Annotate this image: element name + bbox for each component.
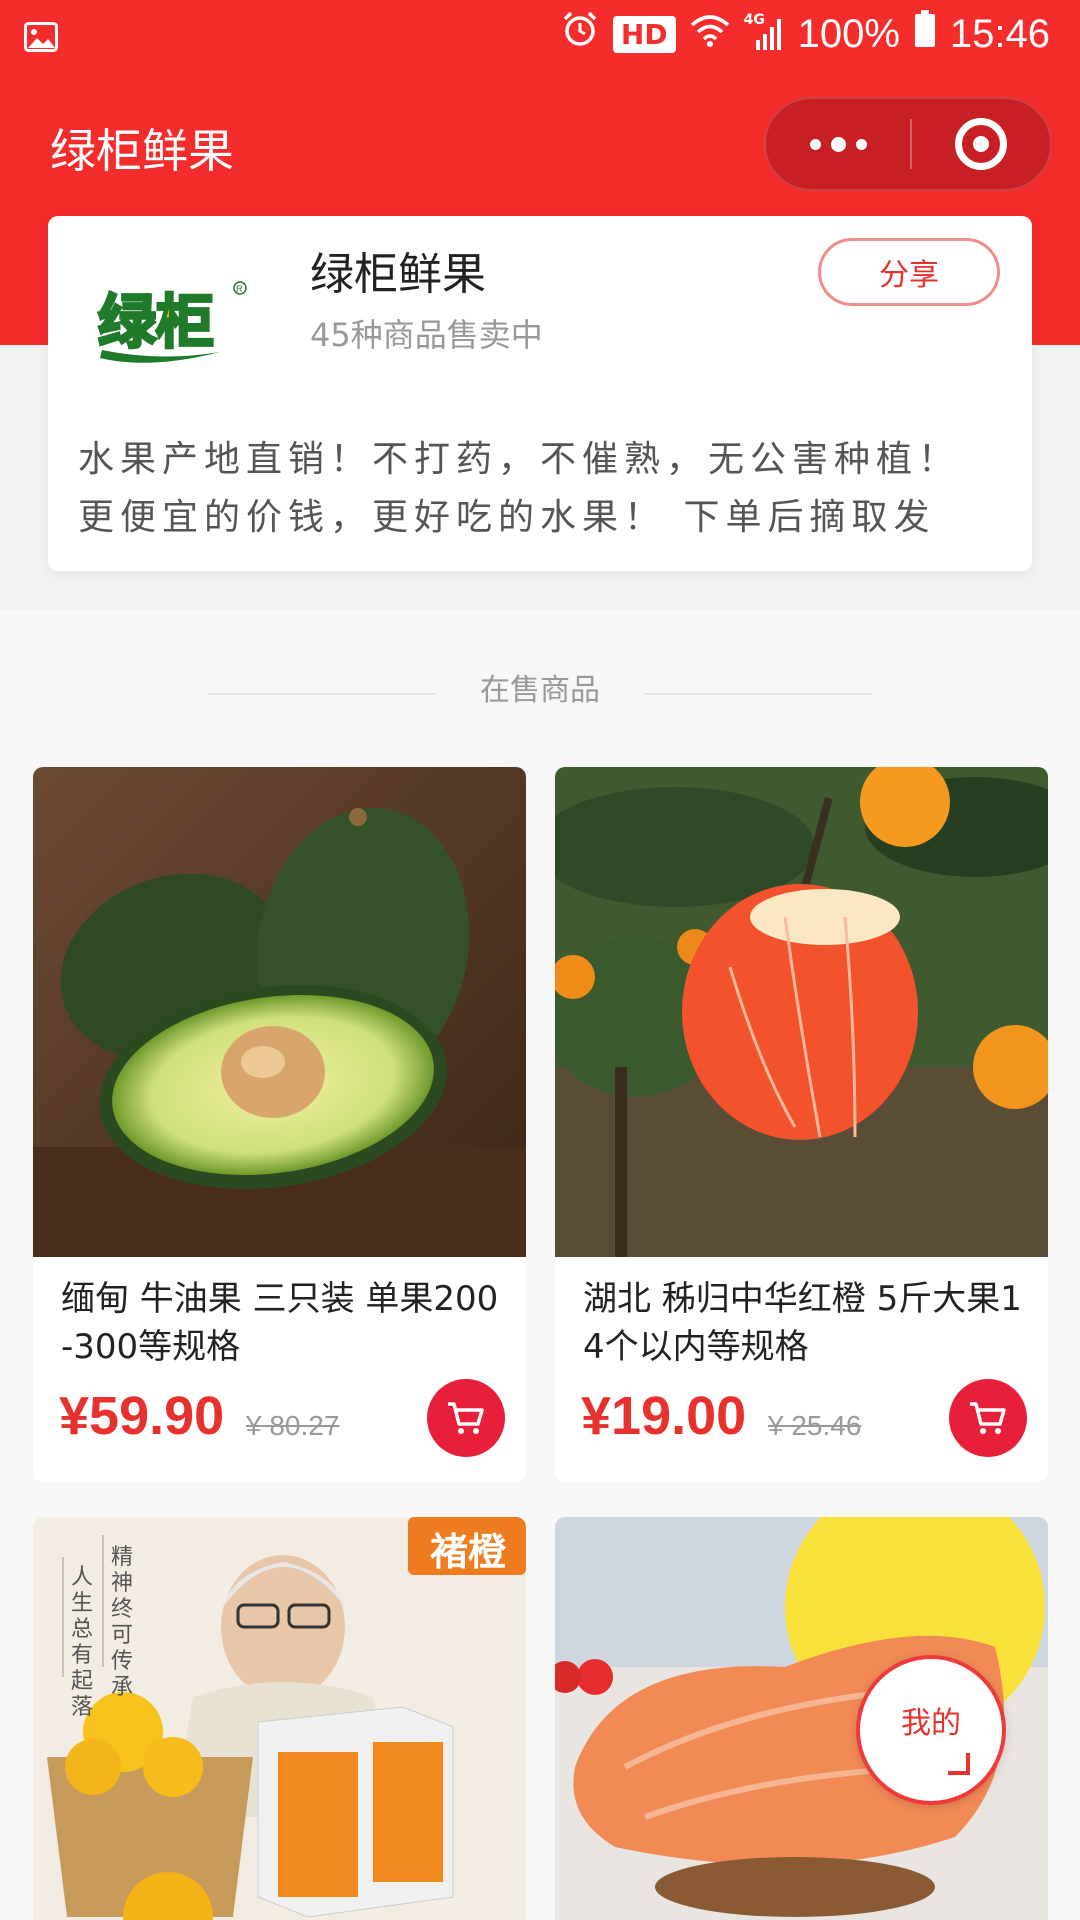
share-button[interactable]: 分享 (818, 238, 1000, 306)
nav-bar: 绿柜鲜果 (0, 85, 1080, 205)
add-to-cart-button[interactable] (949, 1379, 1027, 1457)
nav-title: 绿柜鲜果 (50, 124, 234, 178)
mini-program-capsule (764, 97, 1052, 191)
clock: 15:46 (949, 11, 1050, 56)
product-image-chu-orange (33, 1517, 526, 1920)
product-image-avocado (33, 767, 526, 1257)
svg-text:R: R (236, 284, 243, 294)
product-card[interactable]: 缅甸 牛油果 三只装 单果200-300等规格 ¥59.90 ¥ 80.27 (33, 767, 526, 1482)
close-target-icon (955, 118, 1007, 170)
section-title: 在售商品 (480, 673, 600, 708)
more-icon (809, 138, 821, 150)
shop-product-count: 45种商品售卖中 (310, 316, 543, 354)
shop-description: 水果产地直销！不打药，不催熟，无公害种植！ 更便宜的价钱，更好吃的水果！ 下单后… (78, 439, 961, 538)
product-price: ¥59.90 (59, 1386, 225, 1446)
product-original-price: ¥ 80.27 (246, 1410, 340, 1441)
mine-label: 我的 (901, 1706, 961, 1741)
product-name: 缅甸 牛油果 三只装 单果200-300等规格 (61, 1279, 499, 1367)
more-icon-dot (830, 136, 846, 152)
shop-logo: 绿柜 LUGUI R (90, 270, 260, 380)
wifi-icon (690, 11, 730, 57)
section-divider-right (644, 693, 872, 695)
shop-name: 绿柜鲜果 (310, 249, 486, 300)
product-badge: 褚橙 (429, 1530, 506, 1574)
cart-icon (448, 1402, 484, 1434)
product-card[interactable]: 湖北 秭归中华红橙 5斤大果14个以内等规格 ¥19.00 ¥ 25.46 (555, 767, 1048, 1482)
battery-icon (914, 10, 936, 58)
logo-sub: LUGUI (142, 361, 186, 377)
battery-percent: 100% (797, 11, 900, 56)
poster-text-right: 精神终可传承 (111, 1545, 134, 1700)
add-to-cart-button[interactable] (427, 1379, 505, 1457)
product-original-price: ¥ 25.46 (768, 1410, 862, 1441)
poster-text-left: 人生总有起落 (71, 1565, 94, 1720)
mine-floating-button[interactable]: 我的 (856, 1655, 1006, 1805)
image-icon (24, 16, 58, 62)
close-button[interactable] (912, 99, 1050, 189)
product-price: ¥19.00 (581, 1386, 747, 1446)
product-name: 湖北 秭归中华红橙 5斤大果14个以内等规格 (583, 1279, 1022, 1367)
more-button[interactable] (766, 99, 910, 189)
shop-card: 绿柜 LUGUI R 绿柜鲜果 45种商品售卖中 分享 水果产地直销！不打药，不… (48, 216, 1032, 571)
corner-arrow-icon (948, 1753, 970, 1775)
alarm-icon (561, 10, 599, 58)
cart-icon (970, 1402, 1006, 1434)
status-bar: HD 4G 100% 15:46 (0, 0, 1080, 70)
close-target-dot (973, 136, 989, 152)
hd-badge: HD (612, 15, 676, 53)
product-image-red-orange (555, 767, 1048, 1257)
more-icon-dot (855, 138, 867, 150)
product-card[interactable]: 褚橙 精神终可传承 人生总有起落 (33, 1517, 526, 1920)
signal-icon: 4G (744, 12, 784, 52)
logo-text: 绿柜 (98, 288, 214, 356)
